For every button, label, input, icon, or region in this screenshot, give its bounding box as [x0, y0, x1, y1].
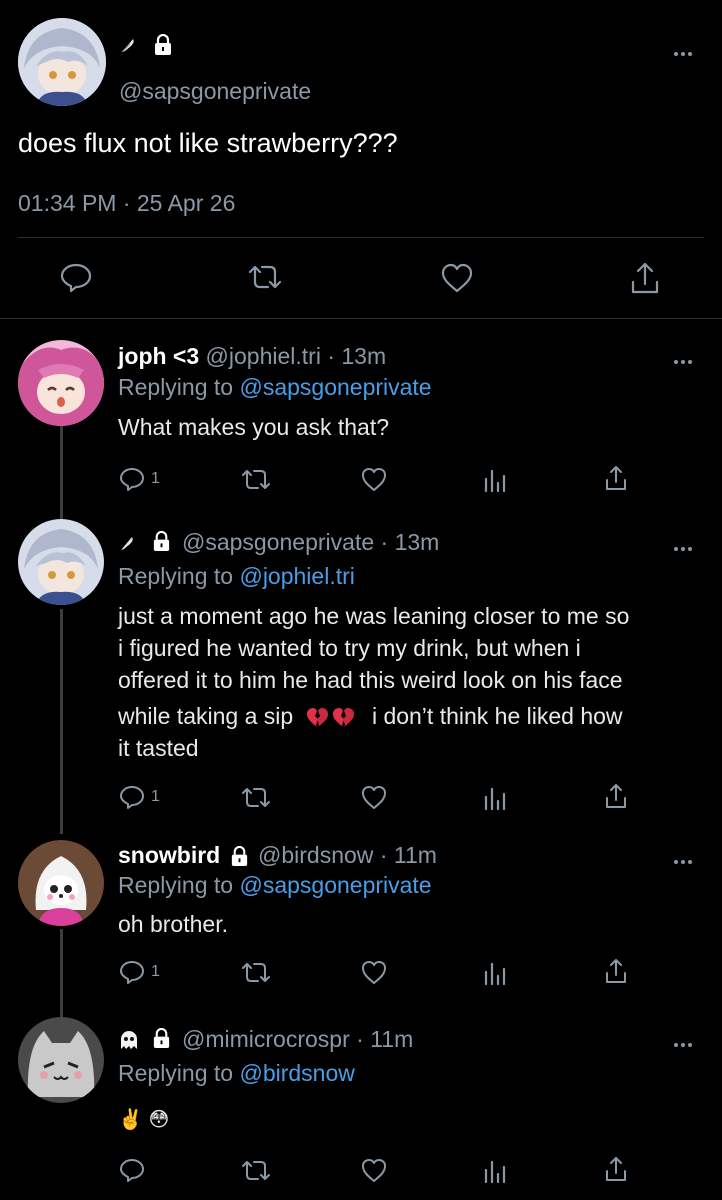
reply-icon[interactable] [118, 958, 146, 986]
reply-text-line: i figured he wanted to try my drink, but… [118, 635, 581, 661]
thread-line [60, 609, 63, 834]
lock-icon [229, 846, 250, 867]
handle[interactable]: @birdsnow [258, 842, 373, 868]
main-handle[interactable]: @sapsgoneprivate [119, 78, 311, 105]
more-dots-icon[interactable] [674, 538, 702, 551]
handle[interactable]: @jophiel.tri [206, 343, 321, 369]
divider [18, 237, 704, 238]
reply-icon[interactable] [59, 260, 93, 294]
replying-label: Replying to [118, 1060, 234, 1086]
reply-icon[interactable] [118, 1156, 146, 1184]
reply-meta: snowbird @birdsnow · 11m [118, 842, 437, 869]
replying-to-link[interactable]: @jophiel.tri [239, 563, 354, 589]
reply-count: 1 [151, 788, 160, 805]
replying-line: Replying to @jophiel.tri [118, 563, 355, 590]
heart-icon[interactable] [360, 784, 388, 810]
retweet-icon[interactable] [240, 785, 272, 811]
share-icon[interactable] [603, 1155, 629, 1183]
avatar[interactable] [18, 840, 104, 926]
feather-icon [118, 534, 136, 552]
ghost-icon [118, 1029, 140, 1051]
lock-icon [151, 1028, 172, 1049]
reply-text: ✌️ 😳 [118, 1109, 170, 1131]
heart-icon[interactable] [440, 262, 474, 294]
reply-text: just a moment ago he was leaning closer … [118, 600, 708, 764]
heart-icon[interactable] [360, 1157, 388, 1183]
main-timestamp[interactable]: 01:34 PM · 25 Apr 26 [18, 190, 235, 217]
reply-text-line: just a moment ago he was leaning closer … [118, 603, 630, 629]
thread-line [60, 929, 63, 1019]
replying-label: Replying to [118, 563, 234, 589]
replying-label: Replying to [118, 872, 234, 898]
share-icon[interactable] [603, 782, 629, 810]
handle[interactable]: @sapsgoneprivate [182, 529, 374, 555]
retweet-icon[interactable] [240, 1158, 272, 1184]
lock-icon [151, 531, 172, 552]
replying-to-link[interactable]: @sapsgoneprivate [239, 872, 431, 898]
divider [0, 318, 722, 319]
avatar[interactable] [18, 1017, 104, 1103]
avatar[interactable] [18, 340, 104, 426]
reply-text-line-4: while taking a sip i don’t think he like… [118, 703, 623, 729]
timestamp[interactable]: · 13m [381, 529, 440, 555]
reply-text: oh brother. [118, 911, 228, 937]
replying-line: Replying to @birdsnow [118, 1060, 355, 1087]
display-name[interactable]: snowbird [118, 842, 220, 868]
handle[interactable]: @mimicrocrospr [182, 1026, 350, 1052]
reply-count: 1 [151, 963, 160, 980]
retweet-icon[interactable] [240, 467, 272, 493]
replying-line: Replying to @sapsgoneprivate [118, 872, 432, 899]
timestamp[interactable]: · 11m [356, 1026, 413, 1052]
reply-count: 1 [151, 470, 160, 487]
reply-text-line: offered it to him he had this weird look… [118, 667, 623, 693]
retweet-icon[interactable] [246, 262, 284, 292]
bar-chart-icon[interactable] [483, 785, 507, 811]
bar-chart-icon[interactable] [483, 1158, 507, 1184]
broken-heart-icon [306, 707, 362, 729]
reply-icon[interactable] [118, 465, 146, 493]
more-dots-icon[interactable] [674, 851, 702, 864]
heart-icon[interactable] [360, 466, 388, 492]
share-icon[interactable] [628, 260, 662, 296]
thread-line [60, 414, 63, 520]
reply-meta: @sapsgoneprivate · 13m [182, 529, 439, 556]
reply-text: What makes you ask that? [118, 414, 390, 440]
replying-to-link[interactable]: @sapsgoneprivate [239, 374, 431, 400]
reply-meta: joph <3 @jophiel.tri · 13m [118, 343, 386, 370]
main-avatar[interactable] [18, 18, 106, 106]
timestamp[interactable]: · 11m [380, 842, 437, 868]
bar-chart-icon[interactable] [483, 960, 507, 986]
reply-text-line: it tasted [118, 735, 199, 761]
replying-line: Replying to @sapsgoneprivate [118, 374, 432, 401]
timestamp[interactable]: · 13m [327, 343, 386, 369]
heart-icon[interactable] [360, 959, 388, 985]
replying-label: Replying to [118, 374, 234, 400]
display-name[interactable]: joph <3 [118, 343, 199, 369]
avatar[interactable] [18, 519, 104, 605]
reply-icon[interactable] [118, 783, 146, 811]
main-tweet-text: does flux not like strawberry??? [18, 128, 398, 158]
bar-chart-icon[interactable] [483, 467, 507, 493]
share-icon[interactable] [603, 464, 629, 492]
retweet-icon[interactable] [240, 960, 272, 986]
more-dots-icon[interactable] [674, 1034, 702, 1047]
lock-icon [152, 34, 174, 56]
replying-to-link[interactable]: @birdsnow [239, 1060, 354, 1086]
more-dots-icon[interactable] [674, 43, 702, 56]
more-dots-icon[interactable] [674, 351, 702, 364]
feather-icon [119, 36, 137, 54]
share-icon[interactable] [603, 957, 629, 985]
reply-meta: @mimicrocrospr · 11m [182, 1026, 413, 1053]
